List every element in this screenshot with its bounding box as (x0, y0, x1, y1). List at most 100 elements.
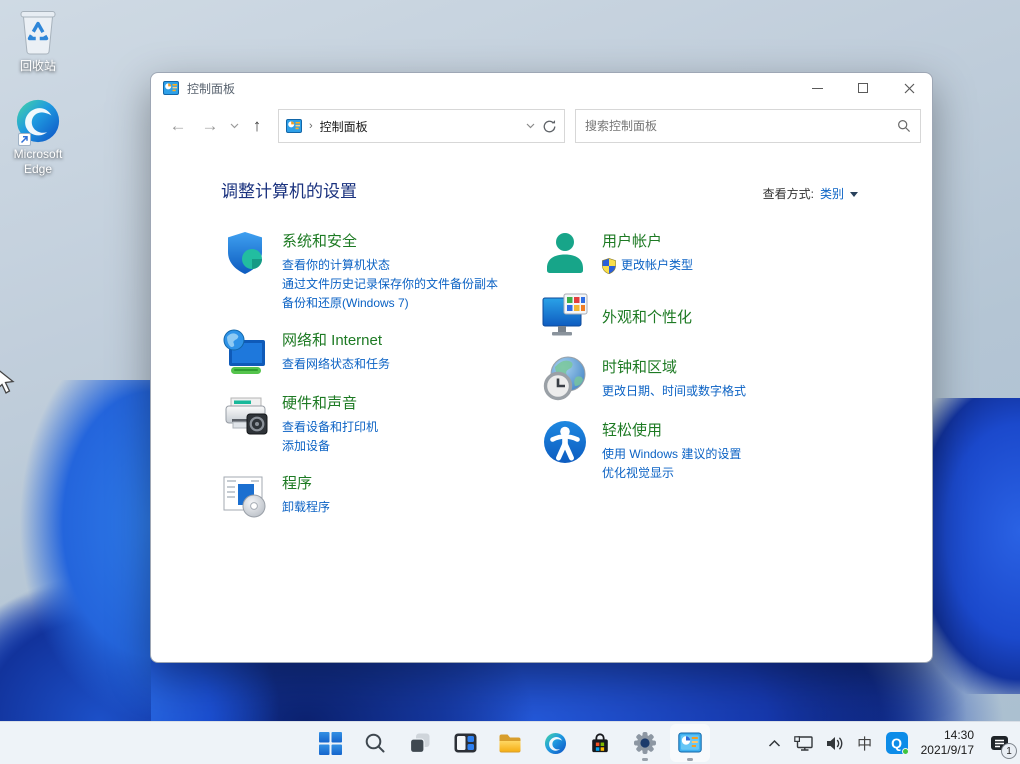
volume-tray-button[interactable] (822, 725, 848, 761)
task-view-button[interactable] (400, 724, 440, 762)
network-globe-icon[interactable] (221, 328, 269, 376)
up-button[interactable]: ↑ (242, 110, 272, 142)
control-panel-icon (678, 732, 702, 754)
link-uninstall-program[interactable]: 卸载程序 (282, 498, 330, 517)
breadcrumb-location[interactable]: 控制面板 (320, 118, 519, 135)
running-indicator (642, 758, 648, 761)
link-backup-restore-win7[interactable]: 备份和还原(Windows 7) (282, 294, 498, 313)
close-button[interactable] (886, 73, 932, 103)
widgets-button[interactable] (445, 724, 485, 762)
category-title[interactable]: 系统和安全 (282, 230, 498, 251)
category-appearance-personalization: 外观和个性化 (541, 292, 858, 340)
shortcut-arrow-icon (18, 133, 31, 146)
view-by-dropdown-caret-icon[interactable] (850, 192, 858, 197)
edge-label: Microsoft Edge (0, 147, 76, 177)
edge-desktop-icon[interactable]: Microsoft Edge (0, 96, 76, 177)
appearance-monitor-icon[interactable] (541, 292, 589, 340)
ease-of-access-icon[interactable] (541, 418, 589, 466)
link-view-computer-status[interactable]: 查看你的计算机状态 (282, 256, 498, 275)
recycle-bin-label: 回收站 (20, 59, 56, 74)
forward-button[interactable]: → (194, 110, 226, 142)
refresh-icon[interactable] (542, 119, 557, 134)
taskbar-edge-button[interactable] (535, 724, 575, 762)
notification-center-button[interactable]: 1 (983, 725, 1015, 761)
programs-disc-icon[interactable] (221, 471, 269, 519)
recycle-bin-icon (16, 8, 60, 56)
category-title[interactable]: 程序 (282, 472, 330, 493)
page-title: 调整计算机的设置 (221, 177, 357, 202)
search-icon (897, 119, 911, 133)
category-title[interactable]: 轻松使用 (602, 419, 741, 440)
file-explorer-button[interactable] (490, 724, 530, 762)
widgets-icon (454, 733, 477, 753)
link-devices-printers[interactable]: 查看设备和打印机 (282, 418, 378, 437)
minimize-button[interactable] (794, 73, 840, 103)
qq-icon: Q (886, 732, 908, 754)
maximize-button[interactable] (840, 73, 886, 103)
security-shield-icon[interactable] (221, 229, 269, 277)
category-title[interactable]: 网络和 Internet (282, 329, 390, 350)
category-clock-region: 时钟和区域 更改日期、时间或数字格式 (541, 355, 858, 403)
address-bar[interactable]: › 控制面板 (278, 109, 565, 143)
taskbar: 中 Q 14:30 2021/9/17 1 (0, 721, 1020, 764)
view-by-control: 查看方式: 类别 (763, 185, 858, 202)
link-file-history-backup[interactable]: 通过文件历史记录保存你的文件备份副本 (282, 275, 498, 294)
chevron-up-icon (768, 739, 781, 748)
address-dropdown-chevron-icon[interactable] (526, 123, 535, 129)
microsoft-store-button[interactable] (580, 724, 620, 762)
clock-globe-icon[interactable] (541, 355, 589, 403)
wallpaper-petal-left (0, 380, 151, 722)
status-dot (902, 748, 909, 755)
category-system-security: 系统和安全 查看你的计算机状态 通过文件历史记录保存你的文件备份副本 备份和还原… (221, 229, 541, 313)
search-icon (364, 732, 386, 754)
tray-date: 2021/9/17 (921, 743, 974, 758)
category-title[interactable]: 用户帐户 (602, 230, 693, 251)
control-panel-window: 控制面板 ← → ↑ › (150, 72, 933, 663)
category-title[interactable]: 硬件和声音 (282, 392, 378, 413)
wallpaper-petal-right (928, 398, 1020, 694)
printer-speaker-icon[interactable] (221, 391, 269, 439)
link-network-status-tasks[interactable]: 查看网络状态和任务 (282, 355, 390, 374)
navigation-bar: ← → ↑ › 控制面板 (151, 103, 932, 149)
settings-button[interactable] (625, 724, 665, 762)
task-view-icon (409, 732, 431, 754)
category-title[interactable]: 外观和个性化 (602, 306, 692, 327)
search-box[interactable] (575, 109, 921, 143)
minimize-icon (812, 88, 823, 89)
title-bar[interactable]: 控制面板 (151, 73, 932, 103)
start-button[interactable] (310, 724, 350, 762)
link-windows-suggested-settings[interactable]: 使用 Windows 建议的设置 (602, 445, 741, 464)
search-input[interactable] (585, 119, 897, 133)
category-network-internet: 网络和 Internet 查看网络状态和任务 (221, 328, 541, 376)
category-programs: 程序 卸载程序 (221, 471, 541, 519)
link-change-date-time-format[interactable]: 更改日期、时间或数字格式 (602, 382, 746, 401)
category-title[interactable]: 时钟和区域 (602, 356, 746, 377)
clock[interactable]: 14:30 2021/9/17 (917, 728, 978, 758)
tray-overflow-button[interactable] (764, 725, 785, 761)
link-add-device[interactable]: 添加设备 (282, 437, 378, 456)
close-icon (904, 83, 915, 94)
control-panel-content: 调整计算机的设置 查看方式: 类别 (151, 149, 932, 534)
store-icon (589, 732, 611, 754)
category-hardware-sound: 硬件和声音 查看设备和打印机 添加设备 (221, 391, 541, 456)
speaker-icon (826, 736, 844, 751)
network-tray-button[interactable] (790, 725, 817, 761)
taskbar-control-panel-button[interactable] (670, 724, 710, 762)
back-button[interactable]: ← (162, 110, 194, 142)
user-icon[interactable] (541, 229, 589, 277)
edge-icon (15, 96, 61, 144)
network-icon (794, 736, 813, 751)
recent-locations-chevron-icon[interactable] (226, 110, 242, 142)
view-by-value[interactable]: 类别 (820, 185, 844, 202)
window-title: 控制面板 (187, 80, 235, 97)
qq-pinyin-tray-button[interactable]: Q (882, 725, 912, 761)
category-user-accounts: 用户帐户 (541, 229, 858, 277)
edge-icon (544, 732, 567, 755)
recycle-bin-desktop-icon[interactable]: 回收站 (0, 8, 76, 74)
ime-indicator[interactable]: 中 (853, 725, 877, 761)
link-optimize-visual-display[interactable]: 优化视觉显示 (602, 464, 741, 483)
notification-count-badge: 1 (1001, 743, 1017, 759)
uac-shield-icon (602, 258, 616, 274)
taskbar-search-button[interactable] (355, 724, 395, 762)
link-change-account-type[interactable]: 更改帐户类型 (621, 256, 693, 275)
